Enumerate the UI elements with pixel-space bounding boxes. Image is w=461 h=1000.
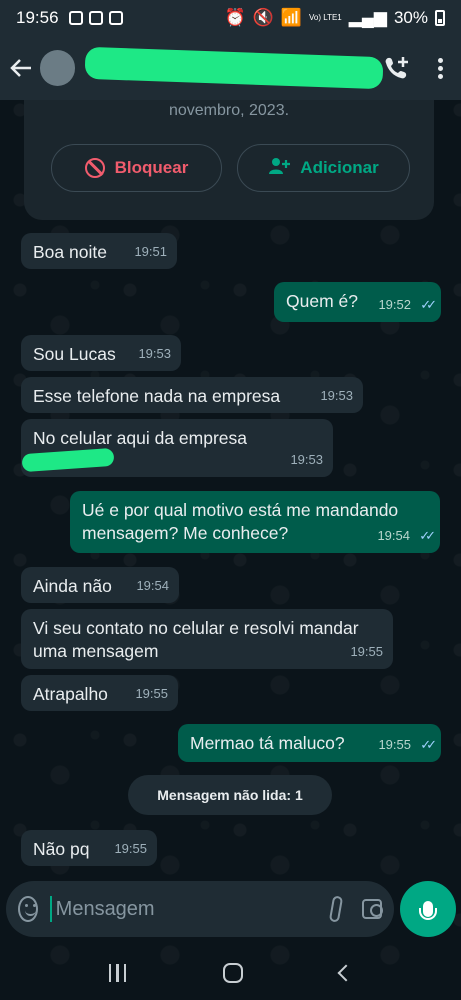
add-label: Adicionar — [300, 158, 379, 177]
message-text: Atrapalho — [33, 684, 108, 704]
network-label: Vo) LTE1 — [309, 13, 342, 22]
microphone-icon — [419, 901, 437, 920]
add-call-icon[interactable] — [383, 54, 411, 82]
message-text: Sou Lucas — [33, 344, 116, 364]
message-outgoing[interactable]: Quem é? 19:52 ✓✓ — [274, 282, 441, 322]
message-time: 19:52 — [378, 297, 411, 312]
emoji-icon[interactable] — [18, 896, 38, 922]
voice-message-button[interactable] — [400, 881, 456, 937]
wifi-icon: 📶 — [280, 8, 302, 27]
avatar[interactable] — [39, 50, 76, 86]
block-icon — [84, 158, 105, 178]
message-text: Quem é? — [286, 291, 358, 311]
instagram-notification-icon — [108, 11, 123, 25]
message-time: 19:54 — [377, 528, 410, 543]
alarm-icon: ⏰ — [224, 8, 246, 27]
read-receipt-icon: ✓✓ — [420, 297, 437, 312]
add-person-icon — [268, 157, 291, 180]
message-time: 19:55 — [135, 686, 168, 701]
message-time: 19:54 — [136, 578, 169, 593]
camera-icon[interactable] — [362, 899, 383, 919]
message-time: 19:55 — [350, 644, 383, 659]
message-incoming[interactable]: Vi seu contato no celular e resolvi mand… — [21, 609, 393, 669]
message-incoming[interactable]: Atrapalho 19:55 — [21, 675, 178, 711]
more-options-icon[interactable] — [433, 57, 447, 79]
attachment-clip-icon[interactable] — [328, 895, 343, 923]
mute-icon: 🔇 — [252, 8, 274, 27]
message-text: Ainda não — [33, 576, 112, 596]
message-time: 19:51 — [134, 244, 167, 259]
message-incoming[interactable]: Esse telefone nada na empresa 19:53 — [21, 377, 363, 413]
message-incoming[interactable]: Boa noite 19:51 — [21, 233, 177, 269]
message-text: Boa noite — [33, 242, 107, 262]
home-icon[interactable] — [223, 963, 244, 983]
message-text: Mermao tá maluco? — [190, 733, 345, 753]
chat-header — [0, 36, 461, 100]
recent-apps-icon[interactable] — [108, 964, 127, 982]
app-notification-icon — [88, 11, 103, 25]
message-time: 19:53 — [138, 346, 171, 361]
system-indicators: ⏰ 🔇 📶 Vo) LTE1 ▂▄▆ 30% — [224, 8, 445, 28]
block-label: Bloquear — [114, 158, 189, 177]
block-button[interactable]: Bloquear — [51, 144, 222, 192]
signal-icon: ▂▄▆ — [348, 8, 387, 27]
battery-icon — [435, 10, 445, 26]
message-text: Não pq — [33, 839, 90, 859]
message-time: 19:53 — [290, 452, 323, 467]
gallery-notification-icon — [68, 11, 83, 25]
message-composer — [6, 881, 394, 937]
read-receipt-icon: ✓✓ — [419, 528, 436, 543]
info-date: novembro, 2023. — [168, 102, 290, 119]
status-bar: 19:56 ⏰ 🔇 📶 Vo) LTE1 ▂▄▆ 30% — [0, 0, 461, 36]
message-incoming[interactable]: Sou Lucas 19:53 — [21, 335, 181, 371]
battery-percent: 30% — [393, 8, 428, 27]
read-receipt-icon: ✓✓ — [420, 737, 437, 752]
message-outgoing[interactable]: Mermao tá maluco? 19:55 ✓✓ — [178, 724, 441, 762]
message-text: No celular aqui da empresa — [33, 428, 248, 448]
message-incoming[interactable]: Não pq 19:55 — [21, 830, 157, 866]
message-text: Ué e por qual motivo está me mandando me… — [82, 500, 399, 543]
message-time: 19:55 — [114, 841, 147, 856]
back-arrow-icon[interactable] — [8, 55, 34, 81]
nav-back-icon[interactable] — [337, 964, 355, 982]
message-incoming[interactable]: Ainda não 19:54 — [21, 567, 179, 603]
message-time: 19:55 — [378, 737, 411, 752]
status-time: 19:56 — [16, 8, 59, 27]
notification-icons — [68, 11, 123, 25]
unread-messages-banner: Mensagem não lida: 1 — [128, 775, 332, 815]
message-time: 19:53 — [320, 388, 353, 403]
message-outgoing[interactable]: Ué e por qual motivo está me mandando me… — [70, 491, 440, 553]
system-navigation-bar — [0, 946, 461, 1000]
contact-info-card: novembro, 2023. Bloquear Adicionar — [24, 86, 434, 220]
contact-name[interactable] — [85, 46, 384, 90]
message-text: Esse telefone nada na empresa — [33, 386, 281, 406]
message-text: Vi seu contato no celular e resolvi mand… — [33, 618, 359, 661]
add-contact-button[interactable]: Adicionar — [237, 144, 410, 192]
message-input[interactable] — [49, 896, 321, 922]
